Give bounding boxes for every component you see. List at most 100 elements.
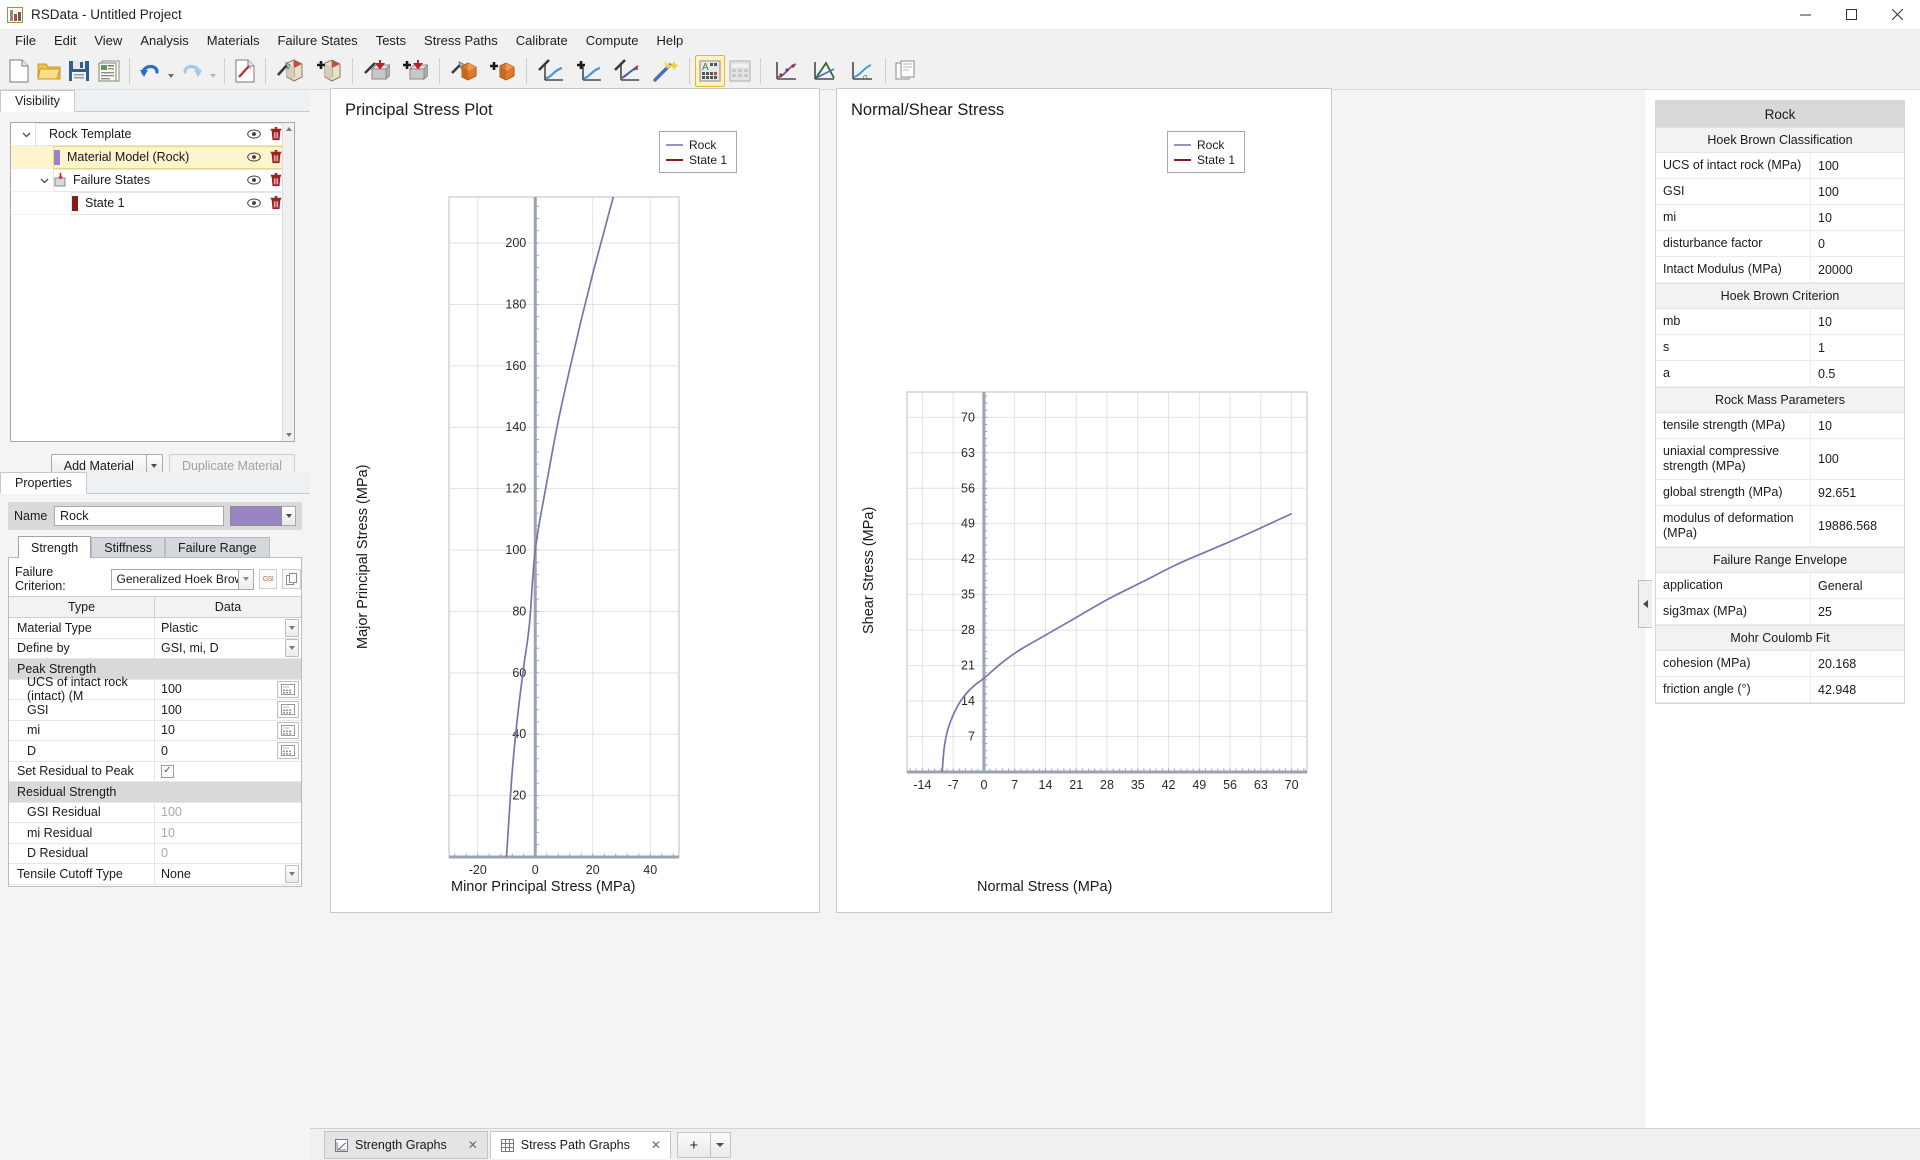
menu-stress-paths[interactable]: Stress Paths [415, 31, 507, 51]
menu-tests[interactable]: Tests [367, 31, 415, 51]
failure-criterion-caret[interactable] [239, 568, 254, 590]
property-row[interactable]: Tensile Cutoff Type None [9, 864, 301, 885]
collapse-right-panel-button[interactable] [1638, 580, 1652, 628]
minimize-icon[interactable] [1782, 0, 1828, 30]
trash-icon[interactable] [269, 196, 283, 210]
table-icon[interactable] [725, 55, 755, 87]
tab-stress-path-graphs[interactable]: Stress Path Graphs ✕ [489, 1131, 671, 1159]
value-calculator-button[interactable] [277, 721, 299, 739]
property-value-cell[interactable]: Plastic [155, 618, 301, 638]
property-value-cell[interactable]: 100 [155, 803, 301, 823]
property-row[interactable]: mi Residual 10 [9, 823, 301, 844]
chevron-down-icon[interactable] [17, 123, 35, 146]
tree-row[interactable]: State 1 [11, 191, 294, 215]
property-row[interactable]: Set Residual to Peak ✓ [9, 761, 301, 782]
menu-edit[interactable]: Edit [45, 31, 85, 51]
analysis-graph-icon[interactable]: σ [842, 55, 880, 87]
edit-stress-path-icon[interactable] [445, 55, 483, 87]
add-material-icon[interactable] [309, 55, 347, 87]
property-value-cell[interactable]: 0 [155, 741, 301, 761]
strength-graph-icon[interactable] [766, 55, 804, 87]
eye-icon[interactable] [247, 173, 261, 187]
tab-strength-graphs[interactable]: Strength Graphs ✕ [324, 1131, 488, 1159]
chevron-down-icon[interactable] [35, 169, 53, 192]
property-row[interactable]: UCS of intact rock (intact) (M 100 [9, 675, 301, 703]
tree-row[interactable]: Material Model (Rock) [11, 145, 294, 169]
menu-materials[interactable]: Materials [198, 31, 269, 51]
edit-test-icon[interactable] [532, 55, 570, 87]
add-stress-path-icon[interactable] [483, 55, 521, 87]
close-tab-icon[interactable]: ✕ [637, 1138, 661, 1152]
stress-path-graph-icon[interactable] [804, 55, 842, 87]
undo-dropdown-caret[interactable] [165, 55, 177, 87]
tree-row[interactable]: Failure States [11, 168, 294, 192]
eye-icon[interactable] [247, 196, 261, 210]
set-residual-to-peak-checkbox[interactable]: ✓ [161, 764, 174, 778]
value-calculator-button[interactable] [277, 680, 299, 698]
close-tab-icon[interactable]: ✕ [454, 1138, 478, 1152]
redo-icon[interactable] [177, 55, 207, 87]
edit-chart-icon[interactable] [608, 55, 646, 87]
property-row[interactable]: mi 10 [9, 720, 301, 741]
eye-icon[interactable] [247, 127, 261, 141]
trash-icon[interactable] [269, 150, 283, 164]
edit-failure-state-icon[interactable] [358, 55, 396, 87]
save-icon[interactable] [64, 55, 94, 87]
value-calculator-button[interactable] [277, 742, 299, 760]
report-icon[interactable] [94, 55, 124, 87]
material-color-swatch[interactable] [230, 506, 282, 526]
property-value-cell[interactable]: ✓ [155, 762, 301, 782]
property-row[interactable]: Material Type Plastic [9, 618, 301, 639]
property-value-cell[interactable]: GSI, mi, D [155, 639, 301, 659]
property-value-cell[interactable]: 10 [155, 721, 301, 741]
calibrate-icon[interactable]: A [695, 54, 725, 87]
property-row[interactable]: D0 [9, 741, 301, 762]
property-row[interactable]: Define by GSI, mi, D [9, 638, 301, 659]
undo-icon[interactable] [135, 55, 165, 87]
material-color-dropdown-caret[interactable] [282, 506, 296, 526]
property-row[interactable]: GSI Residual 100 [9, 802, 301, 823]
copy-properties-icon[interactable] [282, 569, 301, 589]
tree-scrollbar[interactable] [282, 123, 294, 441]
trash-icon[interactable] [269, 173, 283, 187]
property-value-cell[interactable]: 10 [155, 823, 301, 843]
failure-criterion-select[interactable]: Generalized Hoek Brown [111, 568, 239, 590]
menu-analysis[interactable]: Analysis [131, 31, 197, 51]
menu-help[interactable]: Help [648, 31, 693, 51]
close-icon[interactable] [1874, 0, 1920, 30]
menu-compute[interactable]: Compute [577, 31, 648, 51]
wizard-icon[interactable] [646, 55, 684, 87]
tree-row[interactable]: Rock Template [11, 123, 294, 146]
menu-failure-states[interactable]: Failure States [268, 31, 366, 51]
menu-view[interactable]: View [85, 31, 131, 51]
property-value-cell[interactable]: 100 [155, 700, 301, 720]
new-file-icon[interactable] [4, 55, 34, 87]
property-value-cell[interactable]: 0 [155, 844, 301, 864]
scroll-down-icon[interactable] [283, 429, 294, 441]
tab-failure-range[interactable]: Failure Range [164, 537, 270, 558]
add-failure-state-icon[interactable] [396, 55, 434, 87]
value-dropdown-caret[interactable] [285, 639, 299, 658]
menu-file[interactable]: File [6, 31, 45, 51]
maximize-icon[interactable] [1828, 0, 1874, 30]
redo-dropdown-caret[interactable] [207, 55, 219, 87]
name-input[interactable]: Rock [54, 506, 224, 526]
property-value-cell[interactable]: None [155, 864, 301, 884]
tab-strength[interactable]: Strength [18, 536, 92, 558]
eye-icon[interactable] [247, 150, 261, 164]
edit-material-icon[interactable] [271, 55, 309, 87]
add-graph-tab-button[interactable]: + [676, 1132, 711, 1158]
tab-visibility[interactable]: Visibility [0, 90, 75, 112]
tab-stiffness[interactable]: Stiffness [91, 537, 165, 558]
project-settings-icon[interactable] [230, 55, 260, 87]
value-dropdown-caret[interactable] [285, 618, 299, 637]
scroll-up-icon[interactable] [283, 123, 294, 135]
add-graph-dropdown-caret[interactable] [710, 1132, 731, 1158]
property-value-cell[interactable]: 100 [155, 680, 301, 700]
open-folder-icon[interactable] [34, 55, 64, 87]
copy-view-icon[interactable] [891, 55, 921, 87]
property-row[interactable]: GSI 100 [9, 700, 301, 721]
gsi-chart-icon[interactable]: GSI [258, 569, 278, 589]
add-test-icon[interactable] [570, 55, 608, 87]
value-calculator-button[interactable] [277, 701, 299, 719]
